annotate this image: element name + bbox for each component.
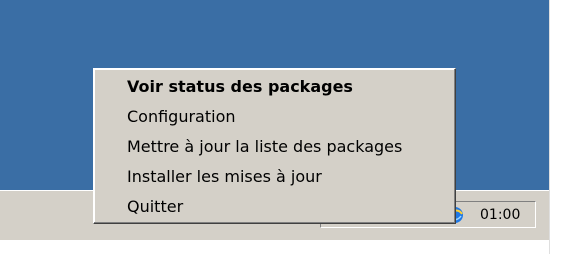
tray-context-menu: Voir status des packages Configuration M… xyxy=(93,68,456,224)
menu-item-voir-status[interactable]: Voir status des packages xyxy=(94,72,455,102)
taskbar-bottom-edge xyxy=(0,240,549,254)
menu-list: Voir status des packages Configuration M… xyxy=(94,72,455,222)
tray-clock[interactable]: 01:00 xyxy=(480,205,532,225)
window-edge xyxy=(549,0,574,254)
screen: 01:00 Voir status des packages Configura… xyxy=(0,0,574,254)
menu-item-installer-mises-a-jour[interactable]: Installer les mises à jour xyxy=(94,162,455,192)
menu-item-configuration[interactable]: Configuration xyxy=(94,102,455,132)
menu-item-mettre-a-jour-liste[interactable]: Mettre à jour la liste des packages xyxy=(94,132,455,162)
menu-item-quitter[interactable]: Quitter xyxy=(94,192,455,222)
